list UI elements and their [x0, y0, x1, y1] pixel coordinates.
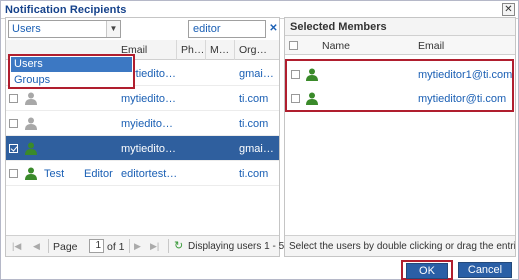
- member-email: mytieditor1@ti.com: [418, 69, 513, 81]
- column-divider: [205, 40, 206, 60]
- page-count-label: of 1: [107, 241, 125, 253]
- pager-divider: [48, 239, 49, 253]
- user-icon: [25, 92, 37, 105]
- row-organization: gmai…: [239, 68, 274, 80]
- select-all-checkbox[interactable]: [289, 41, 298, 50]
- ok-button[interactable]: OK: [406, 263, 448, 279]
- column-header-email[interactable]: Email: [418, 40, 444, 52]
- row-organization: gmai…: [239, 143, 274, 155]
- type-filter-dropdown: Users Groups: [8, 54, 135, 89]
- selection-hint-bar: Select the users by double clicking or d…: [285, 235, 515, 256]
- users-panel: Users ▼ editor ✕ Email Ph… M… Org… Users…: [5, 17, 304, 257]
- chevron-down-icon[interactable]: ▼: [106, 21, 120, 37]
- user-icon: [306, 68, 318, 81]
- selected-members-panel: Selected Members Name Email mytieditor1@…: [284, 17, 516, 257]
- cancel-button[interactable]: Cancel: [458, 262, 512, 278]
- ok-highlight: OK: [401, 260, 453, 280]
- type-filter-combo[interactable]: Users ▼: [8, 20, 121, 38]
- user-icon: [25, 117, 37, 130]
- selection-hint: Select the users by double clicking or d…: [289, 241, 515, 252]
- column-divider: [234, 40, 235, 60]
- dropdown-option-groups[interactable]: Groups: [11, 73, 132, 88]
- user-icon: [25, 142, 37, 155]
- row-email: editortest…: [121, 168, 178, 180]
- row-organization: ti.com: [239, 118, 269, 130]
- selected-members-list: mytieditor1@ti.com mytieditor@ti.com: [285, 59, 514, 112]
- table-row[interactable]: myiedito… ti.com: [6, 111, 279, 136]
- user-icon: [25, 167, 37, 180]
- row-checkbox[interactable]: [9, 169, 18, 178]
- column-header-phone[interactable]: Ph…: [181, 44, 204, 56]
- dialog-footer: OK Cancel: [1, 258, 518, 280]
- table-row[interactable]: mytiedito… gmai…: [6, 136, 279, 161]
- user-icon: [306, 92, 318, 105]
- row-email: mytiedito…: [121, 93, 177, 105]
- member-email: mytieditor@ti.com: [418, 93, 507, 105]
- next-page-icon[interactable]: ▶: [134, 241, 141, 252]
- last-page-icon[interactable]: ▶|: [150, 241, 159, 252]
- row-email: myiedito…: [121, 118, 173, 130]
- search-input[interactable]: editor: [188, 20, 266, 38]
- notification-recipients-dialog: Notification Recipients ✕ Users ▼ editor…: [0, 0, 519, 280]
- page-label: Page: [53, 241, 78, 253]
- table-row[interactable]: Test Editor editortest… ti.com: [6, 161, 279, 186]
- row-organization: ti.com: [239, 168, 269, 180]
- list-item[interactable]: mytieditor@ti.com: [287, 86, 512, 110]
- row-checkbox[interactable]: [9, 144, 18, 153]
- column-header-mobile[interactable]: M…: [210, 44, 229, 56]
- pager-divider: [129, 239, 130, 253]
- list-item[interactable]: mytieditor1@ti.com: [287, 62, 512, 86]
- pager-divider: [168, 239, 169, 253]
- row-last-name: Editor: [84, 168, 113, 180]
- row-checkbox[interactable]: [9, 119, 18, 128]
- row-checkbox[interactable]: [9, 94, 18, 103]
- dropdown-option-users[interactable]: Users: [11, 57, 132, 72]
- column-header-name[interactable]: Name: [322, 40, 350, 52]
- selected-members-header: Selected Members: [285, 18, 515, 36]
- first-page-icon[interactable]: |◀: [12, 241, 21, 252]
- member-checkbox[interactable]: [291, 70, 300, 79]
- search-value: editor: [193, 23, 221, 35]
- refresh-icon[interactable]: ↻: [174, 239, 183, 252]
- table-row[interactable]: mytiedito… ti.com: [6, 86, 279, 111]
- filter-bar: Users ▼ editor ✕: [6, 18, 279, 40]
- prev-page-icon[interactable]: ◀: [33, 241, 40, 252]
- members-grid-header: Name Email: [285, 36, 515, 55]
- clear-search-icon[interactable]: ✕: [268, 20, 279, 38]
- column-divider: [176, 40, 177, 60]
- column-header-organization[interactable]: Org…: [239, 44, 267, 56]
- row-organization: ti.com: [239, 93, 269, 105]
- close-icon[interactable]: ✕: [502, 3, 515, 16]
- dialog-title: Notification Recipients: [5, 4, 127, 16]
- pagination-bar: |◀ ◀ Page 1 of 1 ▶ ▶| ↻ Displaying users…: [6, 235, 304, 256]
- row-first-name: Test: [44, 168, 65, 180]
- page-number-input[interactable]: 1: [89, 239, 104, 253]
- member-checkbox[interactable]: [291, 94, 300, 103]
- row-email: mytiedito…: [121, 143, 177, 155]
- type-filter-value: Users: [12, 23, 41, 35]
- selected-members-title: Selected Members: [290, 21, 387, 33]
